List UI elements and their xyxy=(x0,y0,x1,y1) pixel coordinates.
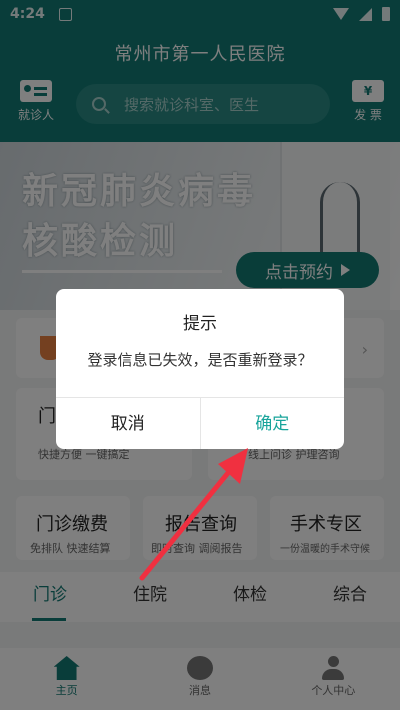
session-expired-dialog: 提示 登录信息已失效，是否重新登录？ 取消 确定 xyxy=(56,289,344,449)
cancel-button[interactable]: 取消 xyxy=(56,398,201,449)
dialog-buttons: 取消 确定 xyxy=(56,397,344,449)
dialog-title: 提示 xyxy=(183,314,217,334)
confirm-button[interactable]: 确定 xyxy=(201,398,345,449)
dialog-message: 登录信息已失效，是否重新登录？ xyxy=(87,351,313,369)
